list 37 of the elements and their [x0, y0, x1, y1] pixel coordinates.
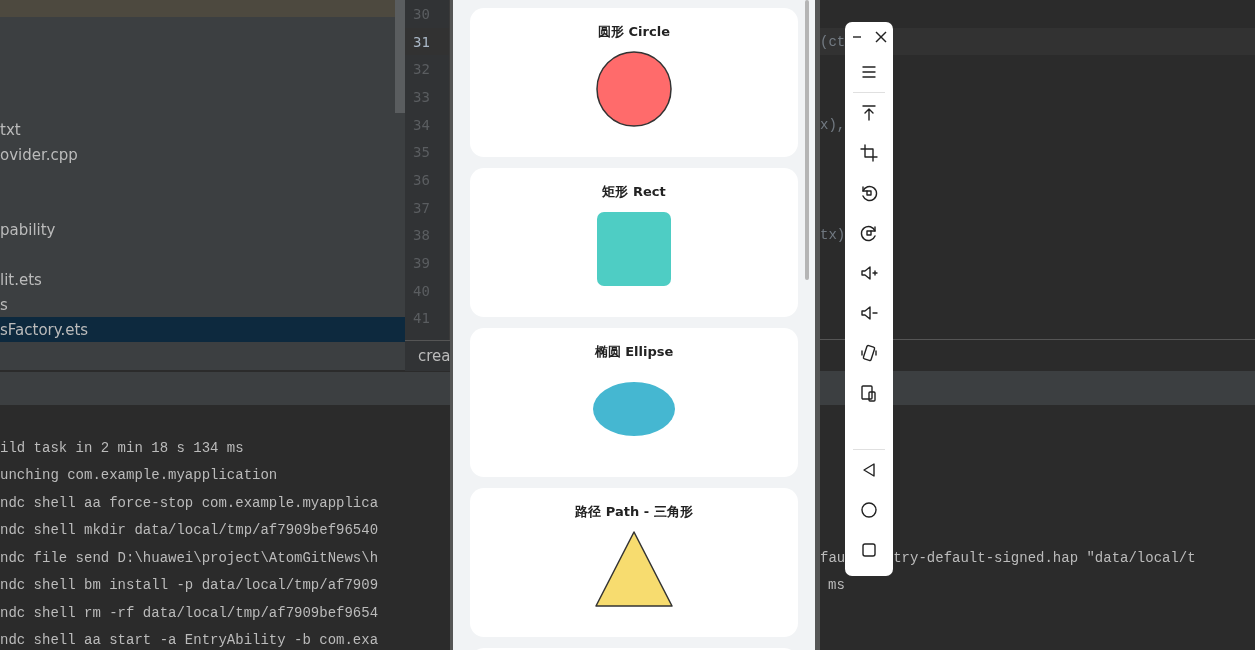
- crop-icon: [859, 143, 879, 163]
- breadcrumb-item[interactable]: crea: [405, 347, 451, 365]
- console-line: fau: [820, 549, 846, 566]
- scrollbar[interactable]: [805, 0, 809, 280]
- card-title: 椭圆 Ellipse: [594, 343, 674, 361]
- console-line: ndc shell bm install -p data/local/tmp/af7909: [0, 577, 379, 594]
- rotate-right-icon: [859, 223, 879, 243]
- card-title: 圆形 Circle: [598, 23, 670, 41]
- console-line: ms: [828, 577, 845, 594]
- tree-item[interactable]: sFactory.ets: [0, 317, 405, 342]
- console-line: unching com.example.myapplication: [0, 467, 278, 484]
- console-line: ndc shell aa start -a EntryAbility -b com.exa: [0, 632, 379, 649]
- arrow-up-to-line-icon: [859, 103, 879, 123]
- console-line: ndc shell aa force-stop com.example.myapplica: [0, 494, 379, 511]
- tree-item[interactable]: txt: [0, 117, 405, 142]
- tree-item[interactable]: ovider.cpp: [0, 142, 405, 167]
- console-line: ndc file send D:\huawei\project\AtomGitNews\h: [0, 549, 379, 566]
- tree-item[interactable]: s: [0, 292, 405, 317]
- tilted-phone-icon: [859, 343, 879, 363]
- close-icon: [875, 31, 887, 43]
- console-line: ild task in 2 min 18 s 134 ms: [0, 439, 244, 456]
- tree-item[interactable]: pability: [0, 217, 405, 242]
- devices-icon: [859, 383, 879, 403]
- minimize-icon: [852, 36, 862, 38]
- console-line: try-default-signed.hap "data/local/t: [893, 549, 1196, 566]
- rotate-left-icon: [859, 183, 879, 203]
- recents-square-icon: [859, 540, 879, 560]
- home-circle-icon: [859, 500, 879, 520]
- code-text: x),: [820, 116, 846, 133]
- code-text: (ct: [820, 33, 846, 50]
- scrollbar[interactable]: [395, 0, 405, 113]
- code-text: tx): [820, 227, 846, 244]
- tree-item[interactable]: lit.ets: [0, 267, 405, 292]
- card-title: 矩形 Rect: [602, 183, 666, 201]
- console-line: ndc shell rm -rf data/local/tmp/af7909bef9654: [0, 604, 379, 621]
- card-title: 路径 Path - 三角形: [575, 503, 693, 521]
- console-line: ndc shell mkdir data/local/tmp/af7909bef96540: [0, 522, 379, 539]
